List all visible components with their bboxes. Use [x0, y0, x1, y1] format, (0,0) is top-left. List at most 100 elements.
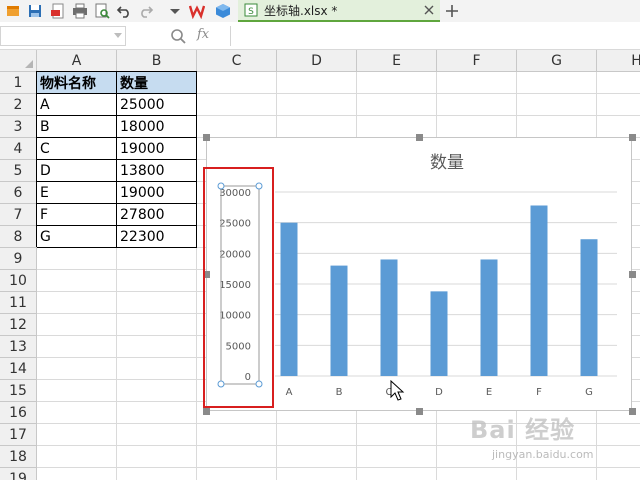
column-header-b[interactable]: B	[117, 50, 197, 72]
table-border-horizontal	[37, 115, 197, 116]
row-header-5[interactable]: 5	[0, 160, 37, 182]
document-tab-label: 坐标轴.xlsx *	[264, 3, 338, 18]
row-header-1[interactable]: 1	[0, 72, 37, 94]
table-border-horizontal	[37, 93, 197, 94]
more-dropdown-icon[interactable]	[166, 2, 184, 20]
undo-icon[interactable]	[115, 2, 133, 20]
wps-logo-icon[interactable]	[188, 2, 206, 20]
x-tick-label: G	[585, 387, 593, 398]
column-header-c[interactable]: C	[197, 50, 277, 72]
formula-input[interactable]	[230, 26, 640, 46]
table-cell[interactable]: 25000	[117, 94, 197, 116]
table-cell[interactable]: 27800	[117, 204, 197, 226]
zoom-icon[interactable]	[170, 28, 186, 44]
table-border-vertical	[36, 71, 37, 247]
table-cell[interactable]: A	[37, 94, 117, 116]
chart-bar-d	[430, 291, 448, 376]
chevron-down-icon[interactable]	[114, 33, 122, 39]
row-header-3[interactable]: 3	[0, 116, 37, 138]
table-cell[interactable]: 18000	[117, 116, 197, 138]
row-header-10[interactable]: 10	[0, 270, 37, 292]
mouse-cursor-icon	[390, 380, 405, 401]
table-border-horizontal	[37, 137, 197, 138]
spreadsheet-app: S 坐标轴.xlsx * fx A B C D E F G H 1 2 3 4 5 6 7 8 9 10 11 12 1…	[0, 0, 640, 480]
watermark-brand: Bai 经验	[470, 416, 576, 444]
name-box[interactable]	[0, 26, 126, 46]
chart-resize-handle[interactable]	[416, 134, 423, 141]
row-header-14[interactable]: 14	[0, 358, 37, 380]
export-pdf-icon[interactable]	[49, 2, 67, 20]
row-header-2[interactable]: 2	[0, 94, 37, 116]
app-logo-icon[interactable]	[4, 2, 22, 20]
table-cell[interactable]: C	[37, 138, 117, 160]
redo-icon[interactable]	[137, 2, 155, 20]
watermark: Bai 经验 jingyan.baidu.com	[470, 408, 640, 478]
row-header-11[interactable]: 11	[0, 292, 37, 314]
svg-text:S: S	[248, 7, 254, 17]
chart-bar-g	[580, 239, 598, 376]
chart-bar-f	[530, 205, 548, 376]
x-tick-label: D	[435, 387, 443, 398]
chart-resize-handle[interactable]	[416, 408, 423, 415]
row-header-15[interactable]: 15	[0, 380, 37, 402]
watermark-url: jingyan.baidu.com	[492, 448, 594, 461]
x-tick-label: E	[486, 387, 492, 398]
chart-resize-handle[interactable]	[203, 134, 210, 141]
table-border-horizontal	[37, 181, 197, 182]
table-border-vertical	[116, 71, 117, 247]
save-icon[interactable]	[26, 2, 44, 20]
document-tab[interactable]: S 坐标轴.xlsx *	[238, 0, 440, 22]
table-cell[interactable]: 19000	[117, 138, 197, 160]
column-header-a[interactable]: A	[37, 50, 117, 72]
highlight-box	[203, 167, 274, 408]
row-header-18[interactable]: 18	[0, 446, 37, 468]
row-header-4[interactable]: 4	[0, 138, 37, 160]
chart-resize-handle[interactable]	[629, 271, 636, 278]
select-all-triangle-icon	[25, 60, 33, 68]
cloud-cube-icon[interactable]	[214, 2, 232, 20]
row-header-13[interactable]: 13	[0, 336, 37, 358]
table-header-cell[interactable]: 物料名称	[37, 72, 117, 94]
quick-access-toolbar: S 坐标轴.xlsx *	[0, 0, 640, 22]
row-header-12[interactable]: 12	[0, 314, 37, 336]
chart-resize-handle[interactable]	[629, 134, 636, 141]
insert-function-icon[interactable]: fx	[197, 27, 209, 42]
chart-bar-c	[380, 259, 398, 376]
chart-bar-b	[330, 265, 348, 376]
table-cell[interactable]: D	[37, 160, 117, 182]
column-header-d[interactable]: D	[277, 50, 357, 72]
table-cell[interactable]: F	[37, 204, 117, 226]
column-header-f[interactable]: F	[437, 50, 517, 72]
row-header-6[interactable]: 6	[0, 182, 37, 204]
table-cell[interactable]: 19000	[117, 182, 197, 204]
row-header-19[interactable]: 19	[0, 468, 37, 480]
table-border-horizontal	[37, 203, 197, 204]
chart-resize-handle[interactable]	[203, 408, 210, 415]
table-border-vertical	[196, 71, 197, 247]
table-cell[interactable]: G	[37, 226, 117, 248]
table-border-horizontal	[37, 71, 197, 72]
new-tab-plus-icon[interactable]	[444, 3, 460, 19]
x-tick-label: A	[286, 387, 293, 398]
column-header-g[interactable]: G	[517, 50, 597, 72]
table-cell[interactable]: 13800	[117, 160, 197, 182]
print-preview-icon[interactable]	[93, 2, 111, 20]
chart-bar-a	[280, 222, 298, 376]
column-header-e[interactable]: E	[357, 50, 437, 72]
table-cell[interactable]: B	[37, 116, 117, 138]
row-header-9[interactable]: 9	[0, 248, 37, 270]
row-header-16[interactable]: 16	[0, 402, 37, 424]
row-header-7[interactable]: 7	[0, 204, 37, 226]
table-border-horizontal	[37, 247, 197, 248]
table-cell[interactable]: 22300	[117, 226, 197, 248]
select-all-corner[interactable]	[0, 50, 37, 72]
close-tab-icon[interactable]	[422, 3, 436, 17]
print-icon[interactable]	[71, 2, 89, 20]
table-border-horizontal	[37, 159, 197, 160]
table-cell[interactable]: E	[37, 182, 117, 204]
column-header-h[interactable]: H	[597, 50, 640, 72]
spreadsheet-file-icon: S	[244, 3, 258, 17]
table-header-cell[interactable]: 数量	[117, 72, 197, 94]
row-header-17[interactable]: 17	[0, 424, 37, 446]
row-header-8[interactable]: 8	[0, 226, 37, 248]
